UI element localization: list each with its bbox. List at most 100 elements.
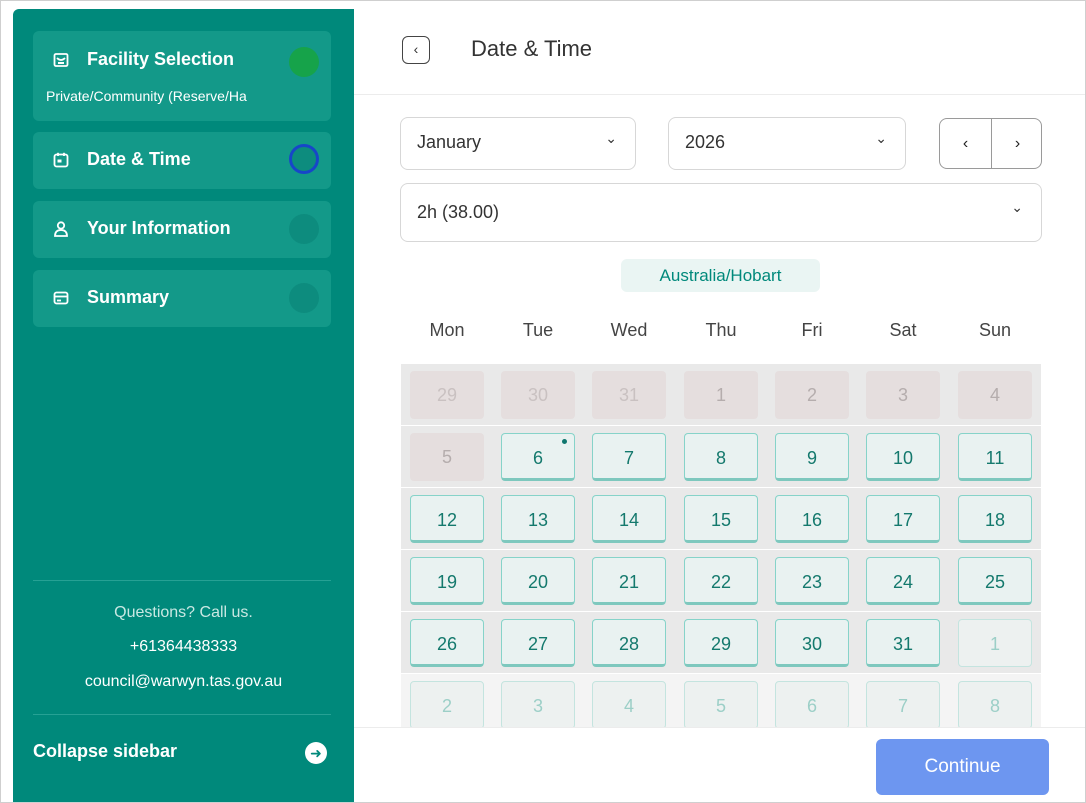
calendar-day-disabled: 7 [866,681,940,729]
step-facility-selection[interactable]: Facility Selection Private/Community (Re… [33,31,331,121]
step-pending-indicator [289,214,319,244]
calendar-day-number: 1 [715,385,726,405]
calendar-day-available[interactable]: 15 [684,495,758,543]
calendar-day-number: 9 [806,448,817,468]
calendar-day-available[interactable]: 29 [684,619,758,667]
contact-email[interactable]: council@warwyn.tas.gov.au [13,673,354,691]
calendar-day-available[interactable]: 14 [592,495,666,543]
calendar-day-available[interactable]: 11 [958,433,1032,481]
calendar-day-disabled: 31 [592,371,666,419]
step-summary[interactable]: Summary [33,270,331,327]
calendar-day-number: 18 [984,510,1006,530]
sidebar-divider [33,580,331,581]
calendar-day-number: 26 [436,634,458,654]
card-icon [53,291,69,305]
calendar-day-number: 2 [806,385,817,405]
calendar-day-disabled: 6 [775,681,849,729]
calendar-day-number: 4 [623,696,634,716]
calendar-day-available[interactable]: 7 [592,433,666,481]
chevron-right-icon: › [1014,135,1021,152]
previous-month-button[interactable]: ‹ [940,119,991,168]
calendar-day-available[interactable]: 25 [958,557,1032,605]
app-frame: Facility Selection Private/Community (Re… [0,0,1086,803]
calendar-day-number: 7 [897,696,908,716]
calendar-day-available[interactable]: 19 [410,557,484,605]
month-navigation: ‹ › [939,118,1042,169]
calendar-day-number: 21 [618,572,640,592]
calendar-day-disabled: 2 [775,371,849,419]
calendar-day-available[interactable]: 21 [592,557,666,605]
step-label: Date & Time [87,149,191,169]
calendar-day-number: 30 [527,385,549,405]
chevron-down-icon: ⌄ [875,130,887,146]
calendar-day-number: 8 [715,448,726,468]
weekday-label: Sun [978,320,1012,340]
calendar-day-available[interactable]: 16 [775,495,849,543]
step-label: Your Information [87,218,231,238]
calendar-day-available[interactable]: 24 [866,557,940,605]
calendar-day-available[interactable]: 17 [866,495,940,543]
calendar-day-available[interactable]: 20 [501,557,575,605]
year-select[interactable]: 2026 ⌄ [668,117,906,170]
weekday-label: Mon [429,320,465,340]
calendar-day-disabled: 5 [410,433,484,481]
calendar-day-available[interactable]: 18 [958,495,1032,543]
month-value: January [417,132,482,152]
calendar-day-number: 6 [532,448,543,468]
continue-button[interactable]: Continue [876,739,1049,795]
calendar-day-number: 27 [527,634,549,654]
contact-question: Questions? Call us. [114,604,253,621]
month-select[interactable]: January ⌄ [400,117,636,170]
calendar-day-number: 1 [989,634,1000,654]
calendar-day-number: 15 [710,510,732,530]
calendar-day-number: 16 [801,510,823,530]
calendar-day-disabled: 8 [958,681,1032,729]
calendar-day-available[interactable]: 8 [684,433,758,481]
calendar-day-available[interactable]: 27 [501,619,575,667]
next-month-button[interactable]: › [992,119,1043,168]
calendar-day-disabled: 3 [866,371,940,419]
calendar-day-available[interactable]: 10 [866,433,940,481]
calendar-day-available[interactable]: 31 [866,619,940,667]
calendar-day-disabled: 2 [410,681,484,729]
back-button[interactable]: ‹ [402,36,430,64]
calendar-day-number: 29 [436,385,458,405]
calendar-day-available[interactable]: 6 [501,433,575,481]
calendar-icon [53,152,69,168]
calendar-day-available[interactable]: 23 [775,557,849,605]
calendar-day-number: 17 [892,510,914,530]
calendar-day-available[interactable]: 22 [684,557,758,605]
year-value: 2026 [685,132,726,152]
calendar-day-disabled: 30 [501,371,575,419]
contact-phone[interactable]: +61364438333 [13,638,354,656]
page-title: Date & Time [471,36,593,61]
calendar-day-number: 19 [436,572,458,592]
calendar-day-available[interactable]: 9 [775,433,849,481]
calendar-day-disabled: 1 [958,619,1032,667]
calendar-day-available[interactable]: 30 [775,619,849,667]
calendar-day-available[interactable]: 26 [410,619,484,667]
collapse-sidebar-button[interactable]: Collapse sidebar ➜ [33,738,331,768]
user-icon [54,221,68,237]
step-date-time[interactable]: Date & Time [33,132,331,189]
calendar-day-number: 3 [897,385,908,405]
calendar-day-number: 8 [989,696,1000,716]
duration-select[interactable]: 2h (38.00) ⌄ [400,183,1042,242]
calendar-day-disabled: 4 [958,371,1032,419]
calendar-day-disabled: 3 [501,681,575,729]
calendar-day-number: 13 [527,510,549,530]
calendar-day-disabled: 4 [592,681,666,729]
step-sublabel: Private/Community (Reserve/Ha [46,88,247,104]
calendar-day-number: 7 [623,448,634,468]
calendar-day-available[interactable]: 28 [592,619,666,667]
chevron-down-icon: ⌄ [605,130,617,146]
calendar-day-available[interactable]: 12 [410,495,484,543]
calendar-day-number: 5 [715,696,726,716]
calendar-day-number: 11 [985,448,1005,468]
weekday-label: Fri [801,320,823,340]
calendar-day-number: 28 [618,634,640,654]
calendar-day-available[interactable]: 13 [501,495,575,543]
step-your-information[interactable]: Your Information [33,201,331,258]
chevron-down-icon: ⌄ [1011,199,1023,215]
calendar-day-number: 12 [436,510,458,530]
